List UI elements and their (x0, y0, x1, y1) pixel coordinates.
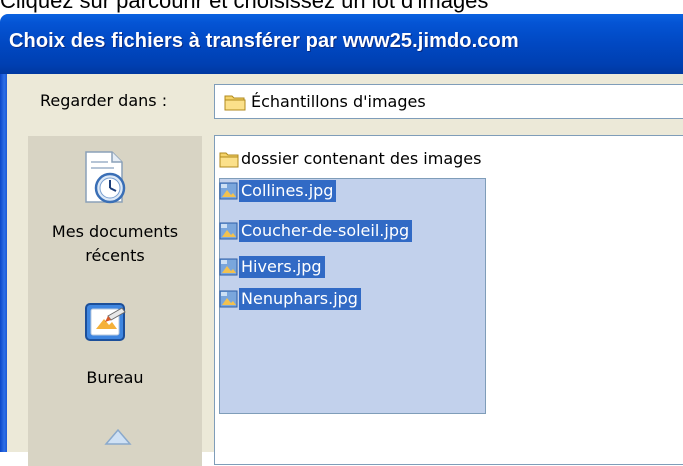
jpg-image-icon (219, 182, 239, 200)
list-item-file[interactable]: Nenuphars.jpg (219, 288, 361, 310)
look-in-value: Échantillons d'images (251, 92, 426, 111)
file-name: Hivers.jpg (239, 256, 325, 278)
places-item-recent-label: Mes documents récents (51, 222, 179, 265)
folder-icon (224, 93, 246, 115)
list-item-file[interactable]: Hivers.jpg (219, 256, 325, 278)
folder-icon (219, 150, 239, 168)
page-caption: Cliquez sur parcourir et choisissez un l… (0, 0, 489, 13)
file-name: Collines.jpg (239, 180, 337, 202)
places-item-desktop-label: Bureau (86, 368, 144, 387)
list-item-file[interactable]: Collines.jpg (219, 180, 337, 202)
look-in-label: Regarder dans : (40, 91, 168, 110)
places-item-recent[interactable]: Mes documents récents (28, 136, 202, 276)
network-places-icon[interactable] (104, 428, 132, 462)
jpg-image-icon (219, 290, 239, 308)
places-bar: Mes documents récents Bureau (28, 136, 202, 466)
window-border (0, 74, 7, 452)
file-name: Coucher-de-soleil.jpg (239, 220, 413, 242)
places-item-desktop[interactable]: Bureau (28, 286, 202, 396)
look-in-dropdown[interactable]: Échantillons d'images (214, 84, 683, 119)
list-item-file[interactable]: Coucher-de-soleil.jpg (219, 220, 413, 242)
desktop-icon (82, 298, 130, 350)
jpg-image-icon (219, 258, 239, 276)
jpg-image-icon (219, 222, 239, 240)
file-name: Nenuphars.jpg (239, 288, 361, 310)
list-item-folder[interactable]: dossier contenant des images (219, 148, 484, 170)
folder-name: dossier contenant des images (241, 149, 482, 168)
dialog-title: Choix des fichiers à transférer par www2… (9, 30, 519, 52)
recent-documents-icon (80, 148, 130, 212)
file-list[interactable]: dossier contenant des images Collines.jp… (214, 135, 683, 465)
